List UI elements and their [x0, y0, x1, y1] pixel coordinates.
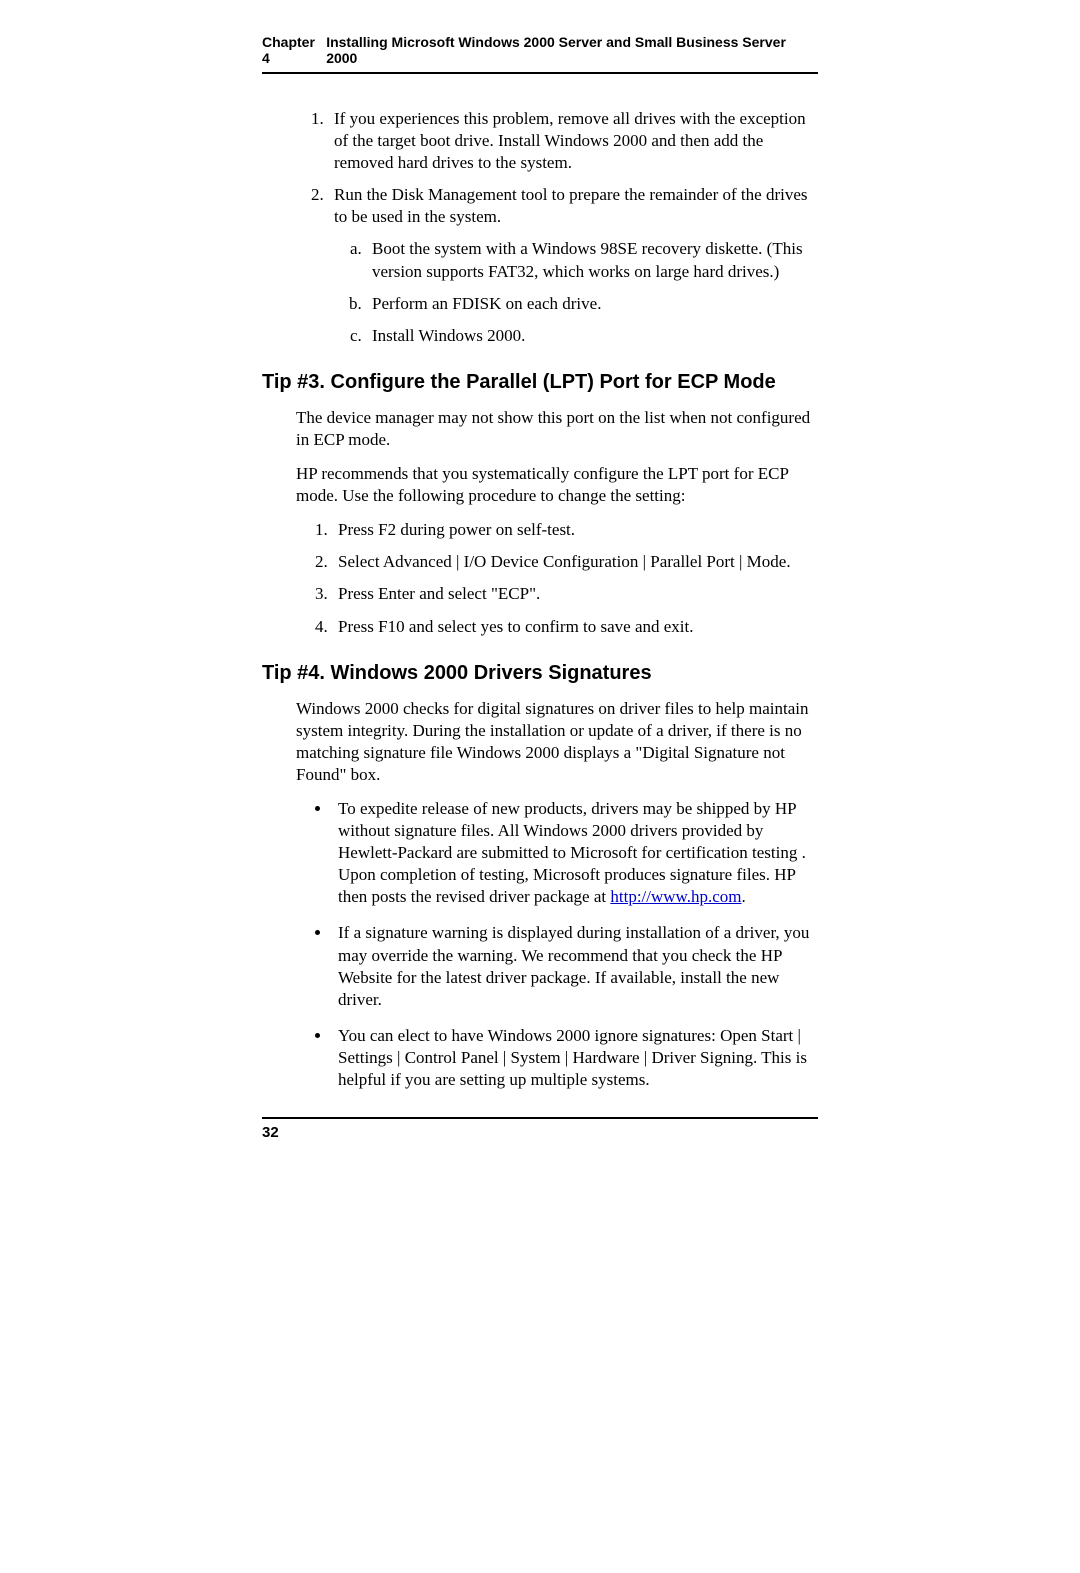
list-item: If a signature warning is displayed duri… — [332, 922, 818, 1010]
paragraph: The device manager may not show this por… — [296, 407, 818, 451]
list-item-text: Run the Disk Management tool to prepare … — [334, 185, 808, 226]
hp-link[interactable]: http://www.hp.com — [610, 887, 741, 906]
list-item: Run the Disk Management tool to prepare … — [328, 184, 818, 347]
ordered-list-top: If you experiences this problem, remove … — [262, 108, 818, 347]
body-content: If you experiences this problem, remove … — [262, 108, 818, 1143]
list-item: To expedite release of new products, dri… — [332, 798, 818, 908]
ordered-list-alpha: Boot the system with a Windows 98SE reco… — [334, 238, 818, 346]
ordered-list-steps: Press F2 during power on self-test. Sele… — [262, 519, 818, 637]
list-item: Perform an FDISK on each drive. — [366, 293, 818, 315]
page-header: Chapter 4 Installing Microsoft Windows 2… — [262, 34, 818, 74]
list-item: Press F10 and select yes to confirm to s… — [332, 616, 818, 638]
list-item: Press Enter and select "ECP". — [332, 583, 818, 605]
list-item: Install Windows 2000. — [366, 325, 818, 347]
page-number: 32 — [262, 1124, 279, 1141]
bullet-list: To expedite release of new products, dri… — [262, 798, 818, 1091]
paragraph: Windows 2000 checks for digital signatur… — [296, 698, 818, 786]
list-item: Select Advanced | I/O Device Configurati… — [332, 551, 818, 573]
list-item: Press F2 during power on self-test. — [332, 519, 818, 541]
tip3-heading: Tip #3. Configure the Parallel (LPT) Por… — [262, 369, 818, 395]
page-footer: 32 — [262, 1117, 818, 1143]
list-item: Boot the system with a Windows 98SE reco… — [366, 238, 818, 282]
document-page: Chapter 4 Installing Microsoft Windows 2… — [0, 0, 1080, 1573]
list-item: If you experiences this problem, remove … — [328, 108, 818, 174]
header-title: Installing Microsoft Windows 2000 Server… — [326, 34, 818, 66]
paragraph: HP recommends that you systematically co… — [296, 463, 818, 507]
bullet-text-post: . — [742, 887, 746, 906]
list-item: You can elect to have Windows 2000 ignor… — [332, 1025, 818, 1091]
chapter-label: Chapter 4 — [262, 34, 326, 66]
tip4-heading: Tip #4. Windows 2000 Drivers Signatures — [262, 660, 818, 686]
